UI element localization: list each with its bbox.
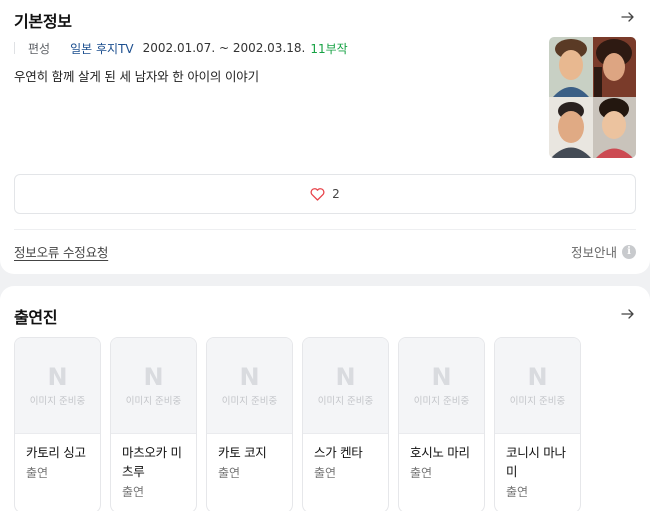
cast-role: 출연 <box>218 466 241 480</box>
cast-card[interactable]: N 이미지 준비중 스가 켄타 출연 <box>302 337 389 511</box>
cast-name: 카토리 싱고 <box>26 445 86 460</box>
image-preparing-text: 이미지 준비중 <box>29 396 86 407</box>
episode-count: 11부작 <box>310 41 348 56</box>
cast-name: 코니시 마나미 <box>506 445 566 479</box>
naver-logo-icon: N <box>47 363 68 391</box>
report-error-link[interactable]: 정보오류 수정요청 <box>14 242 108 261</box>
poster-image[interactable] <box>549 37 636 158</box>
cast-name: 카토 코지 <box>218 445 267 460</box>
cast-photo-placeholder: N 이미지 준비중 <box>207 338 292 434</box>
air-dates: 2002.01.07. ~ 2002.03.18. <box>142 41 306 55</box>
cast-title: 출연진 <box>14 308 58 327</box>
cast-role: 출연 <box>410 466 433 480</box>
cast-role: 출연 <box>26 466 49 480</box>
network-link[interactable]: 일본 후지TV <box>70 40 134 57</box>
naver-logo-icon: N <box>527 363 548 391</box>
basic-info-title: 기본정보 <box>14 12 72 31</box>
cast-card[interactable]: N 이미지 준비중 카토리 싱고 출연 <box>14 337 101 511</box>
cast-photo-placeholder: N 이미지 준비중 <box>399 338 484 434</box>
naver-logo-icon: N <box>143 363 164 391</box>
cast-photo-placeholder: N 이미지 준비중 <box>495 338 580 434</box>
cast-card[interactable]: N 이미지 준비중 호시노 마리 출연 <box>398 337 485 511</box>
arrow-right-icon[interactable] <box>620 9 636 25</box>
naver-logo-icon: N <box>431 363 452 391</box>
heart-icon <box>310 187 325 201</box>
cast-card[interactable]: N 이미지 준비중 코니시 마나미 출연 <box>494 337 581 511</box>
cast-photo-placeholder: N 이미지 준비중 <box>15 338 100 434</box>
naver-logo-icon: N <box>239 363 260 391</box>
cast-photo-placeholder: N 이미지 준비중 <box>303 338 388 434</box>
cast-name: 마츠오카 미츠루 <box>122 445 182 479</box>
cast-card[interactable]: N 이미지 준비중 카토 코지 출연 <box>206 337 293 511</box>
cast-role: 출연 <box>506 485 529 499</box>
meta-divider <box>14 42 15 54</box>
cast-card[interactable]: N 이미지 준비중 마츠오카 미츠루 출연 <box>110 337 197 511</box>
image-preparing-text: 이미지 준비중 <box>125 396 182 407</box>
broadcast-meta: 편성 일본 후지TV 2002.01.07. ~ 2002.03.18. 11부… <box>14 39 348 57</box>
info-guide-button[interactable]: 정보안내 i <box>571 242 636 261</box>
meta-label: 편성 <box>28 41 51 56</box>
image-preparing-text: 이미지 준비중 <box>221 396 278 407</box>
naver-logo-icon: N <box>335 363 356 391</box>
info-circle-icon: i <box>622 244 636 259</box>
synopsis: 우연히 함께 살게 된 세 남자와 한 아이의 이야기 <box>14 69 259 84</box>
info-guide-label: 정보안내 <box>570 245 617 260</box>
basic-info-section: 기본정보 편성 일본 후지TV 2002.01.07. ~ 2002.03.18… <box>0 0 650 274</box>
cast-name: 스가 켄타 <box>314 445 363 460</box>
image-preparing-text: 이미지 준비중 <box>413 396 470 407</box>
cast-role: 출연 <box>314 466 337 480</box>
cast-list: N 이미지 준비중 카토리 싱고 출연 N 이미지 준비중 마츠오카 미츠루 출… <box>14 337 581 511</box>
cast-name: 호시노 마리 <box>410 445 470 460</box>
like-count: 2 <box>332 187 340 201</box>
image-preparing-text: 이미지 준비중 <box>509 396 566 407</box>
arrow-right-icon[interactable] <box>620 306 636 322</box>
like-button[interactable]: 2 <box>14 174 636 214</box>
cast-role: 출연 <box>122 485 145 499</box>
cast-photo-placeholder: N 이미지 준비중 <box>111 338 196 434</box>
image-preparing-text: 이미지 준비중 <box>317 396 374 407</box>
section-divider <box>14 229 636 230</box>
